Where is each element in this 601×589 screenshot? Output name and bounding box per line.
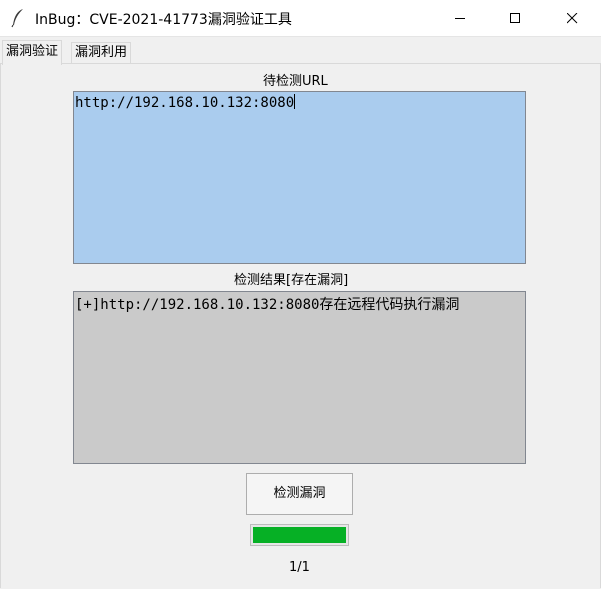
title-bar: InBug：CVE-2021-41773漏洞验证工具	[0, 0, 601, 37]
tab-vuln-verify[interactable]: 漏洞验证	[2, 40, 63, 65]
url-text: http://192.168.10.132:8080	[75, 95, 295, 111]
progress-fill	[253, 527, 346, 543]
maximize-icon	[510, 13, 520, 23]
result-label: 检测结果[存在漏洞]	[234, 273, 349, 288]
text-caret	[294, 94, 296, 109]
close-icon	[567, 13, 578, 24]
url-label: 待检测URL	[263, 74, 328, 89]
check-vuln-button[interactable]: 检测漏洞	[246, 473, 353, 515]
result-output[interactable]: [+]http://192.168.10.132:8080存在远程代码执行漏洞	[73, 291, 526, 464]
progress-count: 1/1	[289, 560, 310, 575]
tab-bar: 漏洞验证 漏洞利用	[0, 40, 601, 65]
window-title: InBug：CVE-2021-41773漏洞验证工具	[35, 12, 292, 28]
url-input[interactable]: http://192.168.10.132:8080	[73, 91, 526, 264]
feather-icon	[11, 9, 23, 28]
progress-bar	[250, 524, 349, 546]
minimize-button[interactable]	[437, 0, 483, 36]
close-button[interactable]	[549, 0, 595, 36]
tab-vuln-exploit[interactable]: 漏洞利用	[71, 42, 132, 64]
maximize-button[interactable]	[492, 0, 538, 36]
minimize-icon	[455, 18, 465, 19]
result-text: [+]http://192.168.10.132:8080存在远程代码执行漏洞	[75, 297, 460, 313]
